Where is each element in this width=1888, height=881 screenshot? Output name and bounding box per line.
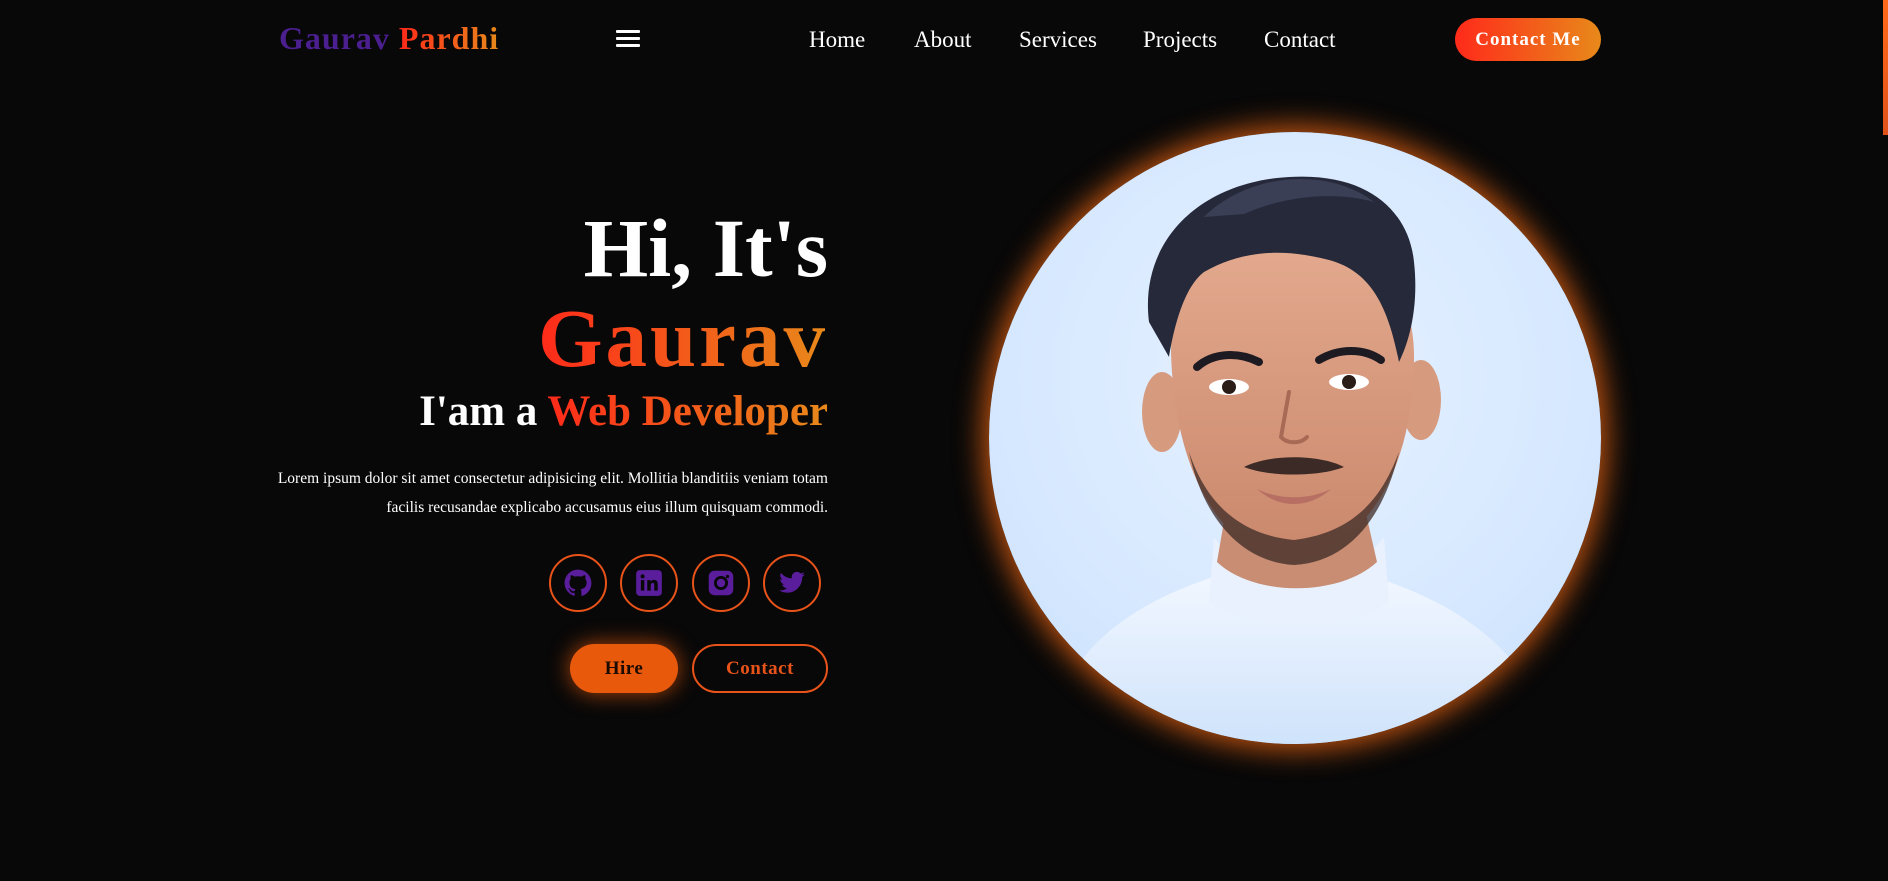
nav-link-home[interactable]: Home xyxy=(809,27,865,53)
twitter-icon xyxy=(779,571,805,593)
nav-link-about[interactable]: About xyxy=(914,27,972,53)
hero-description: Lorem ipsum dolor sit amet consectetur a… xyxy=(277,470,828,516)
profile-photo xyxy=(989,132,1601,744)
instagram-icon xyxy=(708,570,734,596)
hero-role: I'am a Web Developer xyxy=(200,386,828,438)
nav-link-services[interactable]: Services xyxy=(1019,27,1097,53)
linkedin-icon xyxy=(636,570,662,596)
portrait-illustration xyxy=(1049,176,1549,744)
hero-name: Gaurav xyxy=(200,290,828,386)
nav-link-contact[interactable]: Contact xyxy=(1264,27,1336,53)
main-nav: Home About Services Projects Contact xyxy=(0,27,1888,67)
github-link[interactable] xyxy=(549,554,607,612)
instagram-link[interactable] xyxy=(692,554,750,612)
github-icon xyxy=(564,569,592,596)
role-title: Web Developer xyxy=(547,388,828,435)
hire-button[interactable]: Hire xyxy=(570,644,678,693)
scrollbar-thumb[interactable] xyxy=(1883,0,1888,135)
linkedin-link[interactable] xyxy=(620,554,678,612)
twitter-link[interactable] xyxy=(763,554,821,612)
nav-link-projects[interactable]: Projects xyxy=(1143,27,1217,53)
role-prefix: I'am a xyxy=(419,388,538,435)
hero-greeting: Hi, It's xyxy=(583,202,828,294)
contact-button[interactable]: Contact xyxy=(692,644,828,693)
contact-me-button[interactable]: Contact Me xyxy=(1455,18,1601,61)
hero-name-text: Gaurav xyxy=(537,292,828,384)
